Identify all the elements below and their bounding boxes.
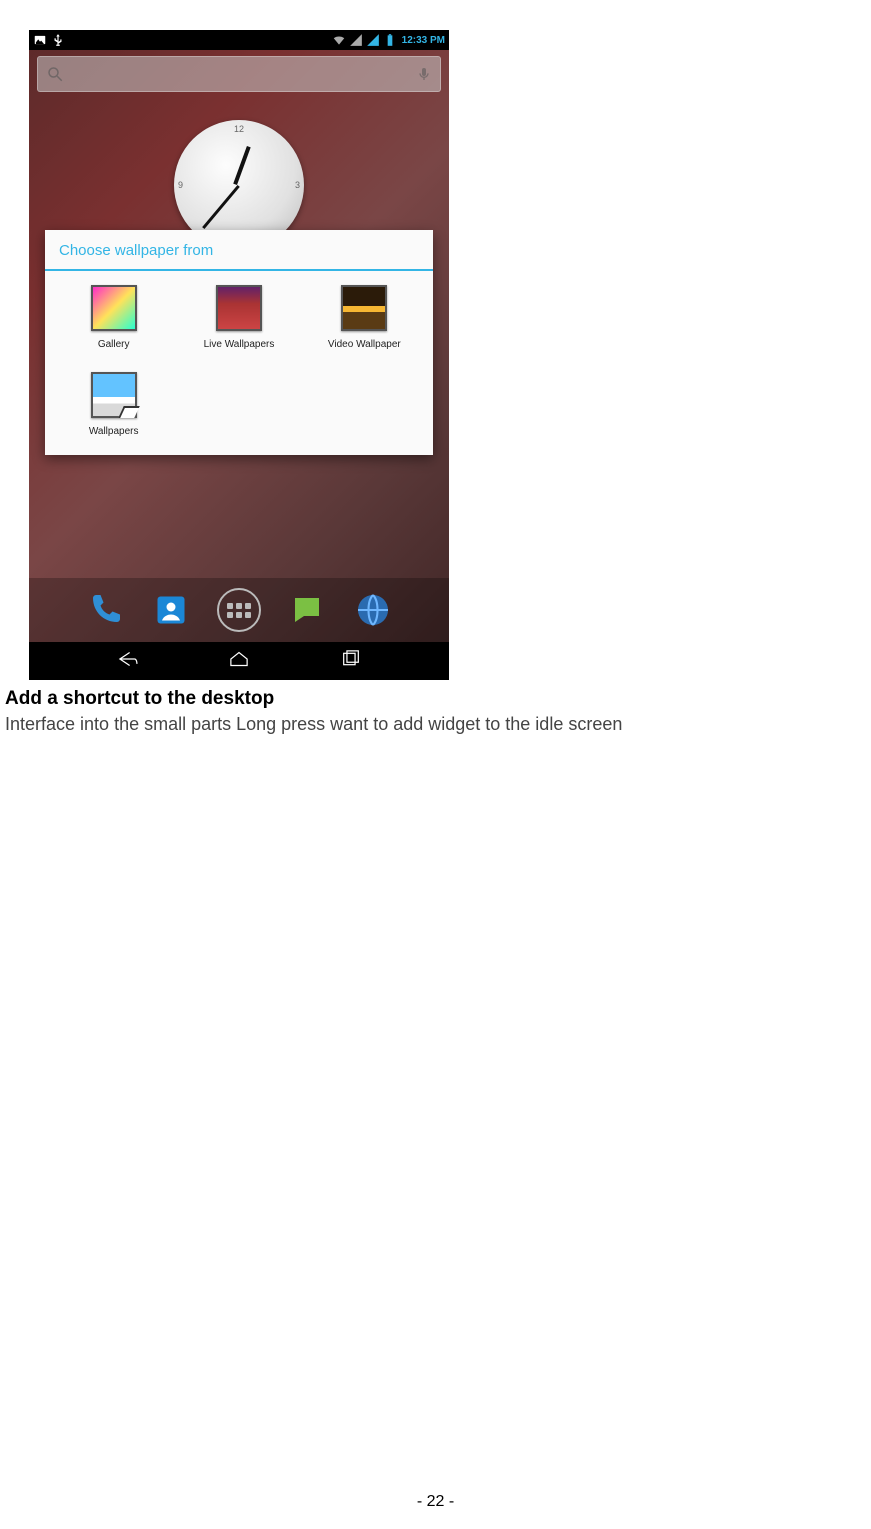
dialog-item-label: Video Wallpaper xyxy=(328,339,401,350)
dialog-title: Choose wallpaper from xyxy=(45,230,433,271)
google-search-bar[interactable] xyxy=(37,56,441,92)
nav-recent-button[interactable] xyxy=(338,649,364,674)
dock-messaging[interactable] xyxy=(287,590,327,630)
video-wallpaper-icon xyxy=(341,285,387,331)
gallery-icon xyxy=(91,285,137,331)
wallpaper-source-video[interactable]: Video Wallpaper xyxy=(302,285,427,350)
section-heading: Add a shortcut to the desktop xyxy=(5,688,866,710)
signal-icon xyxy=(349,33,363,47)
usb-icon xyxy=(51,33,65,47)
clock-tick-12: 12 xyxy=(234,124,244,134)
dock-phone[interactable] xyxy=(85,590,125,630)
dock-browser[interactable] xyxy=(353,590,393,630)
mic-icon[interactable] xyxy=(416,66,432,82)
android-home-screenshot: 12:33 PM 12 3 6 9 Choose wallpaper from … xyxy=(29,30,449,680)
page-number: - 22 - xyxy=(0,1493,871,1511)
live-wallpapers-icon xyxy=(216,285,262,331)
dialog-item-label: Gallery xyxy=(98,339,130,350)
choose-wallpaper-dialog: Choose wallpaper from Gallery Live Wallp… xyxy=(45,230,433,455)
clock-minute-hand xyxy=(202,185,240,229)
navigation-bar xyxy=(29,642,449,680)
dialog-item-label: Live Wallpapers xyxy=(204,339,275,350)
clock-hour-hand xyxy=(233,146,250,185)
clock-tick-9: 9 xyxy=(178,180,183,190)
status-bar: 12:33 PM xyxy=(29,30,449,50)
dock-contacts[interactable] xyxy=(151,590,191,630)
wallpaper-source-wallpapers[interactable]: Wallpapers xyxy=(51,372,176,437)
status-time: 12:33 PM xyxy=(402,35,445,46)
image-icon xyxy=(33,33,47,47)
dock xyxy=(29,578,449,642)
wallpaper-source-gallery[interactable]: Gallery xyxy=(51,285,176,350)
nav-back-button[interactable] xyxy=(115,649,141,674)
nav-home-button[interactable] xyxy=(226,649,252,674)
wallpaper-source-live[interactable]: Live Wallpapers xyxy=(176,285,301,350)
wallpapers-icon xyxy=(91,372,137,418)
wifi-icon xyxy=(332,33,346,47)
section-body: Interface into the small parts Long pres… xyxy=(5,714,866,735)
search-icon xyxy=(46,65,64,83)
dialog-item-label: Wallpapers xyxy=(89,426,139,437)
clock-tick-3: 3 xyxy=(295,180,300,190)
signal-icon xyxy=(366,33,380,47)
battery-icon xyxy=(383,33,397,47)
dock-apps[interactable] xyxy=(217,588,261,632)
